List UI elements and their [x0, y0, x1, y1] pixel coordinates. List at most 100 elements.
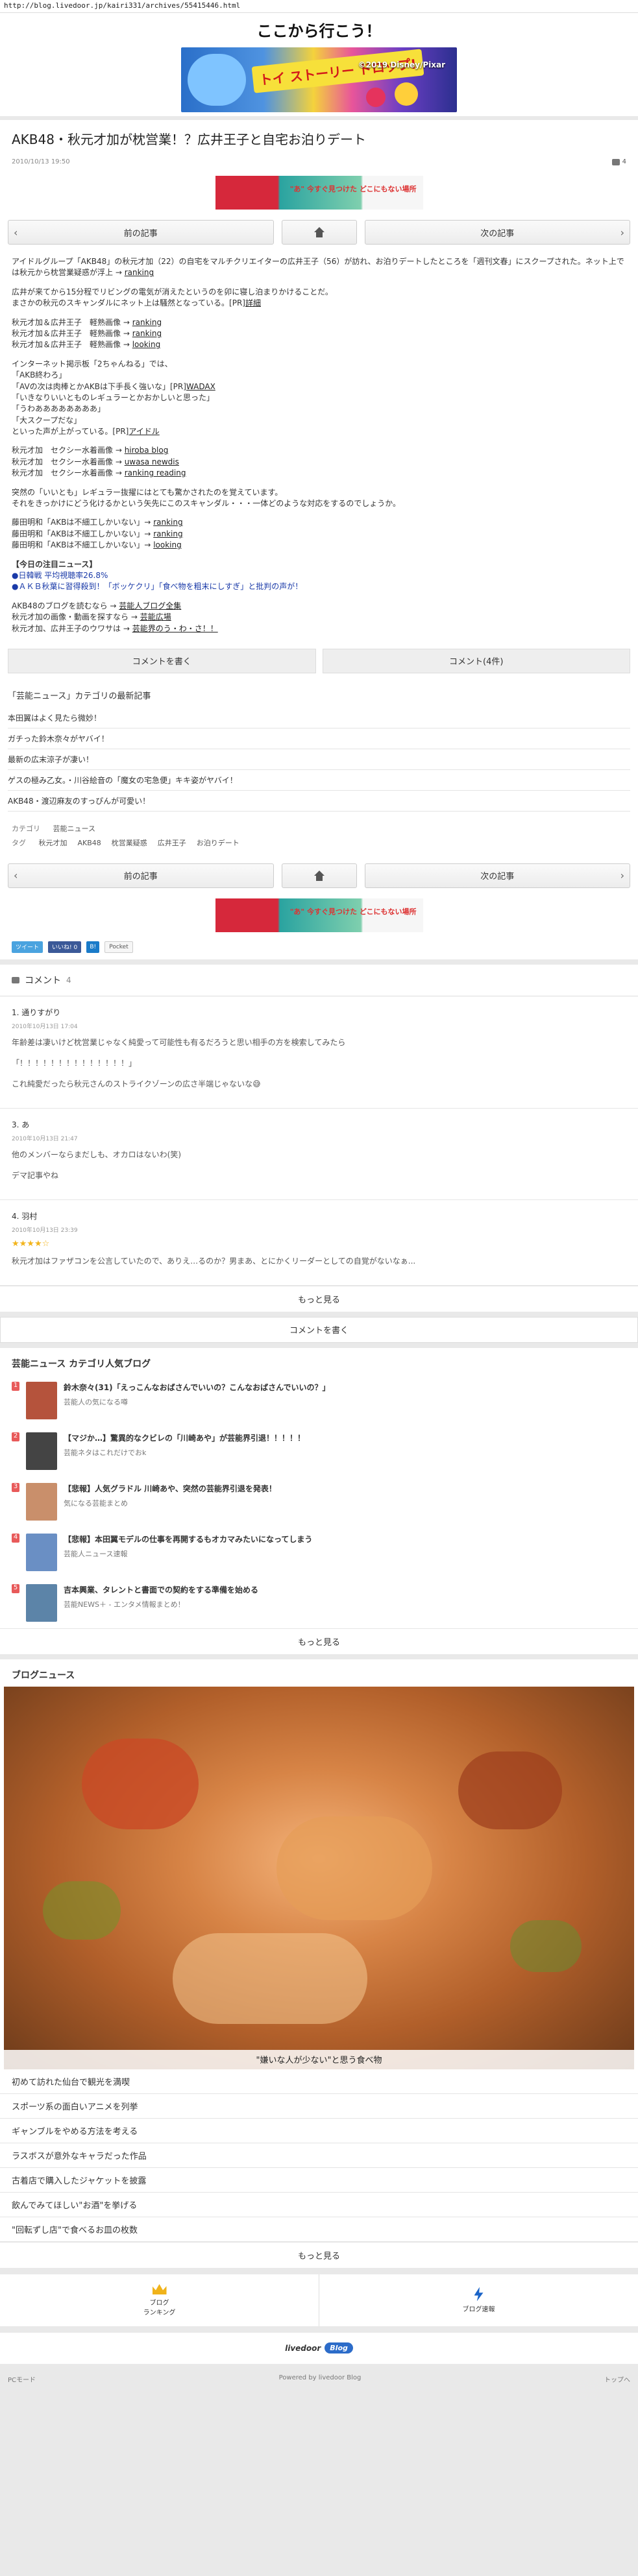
prev-article-button[interactable]: ‹ 前の記事: [8, 220, 274, 245]
body-text: 「大スクープだな」: [12, 415, 82, 425]
top-banner-ad[interactable]: トイ ストーリー ドロップ! ©2019 Disney/Pixar: [181, 47, 457, 112]
blog-news-link[interactable]: スポーツ系の面白いアニメを列挙: [0, 2094, 638, 2119]
popular-blog-item[interactable]: 1 鈴木奈々(31)「えっこんなおばさんでいいの？こんなおばさんでいいの？」 芸能人…: [0, 1375, 638, 1426]
body-line: インターネット掲示板「2ちゃんねる」では、: [12, 359, 626, 370]
prev-article-label: 前の記事: [123, 228, 158, 239]
category-article-link[interactable]: 本田翼はよく見たら微妙！: [8, 708, 630, 728]
hero-caption: "嫌いな人が少ない"と思う食べ物: [4, 2049, 634, 2069]
body-text: といった声が上がっている。[PR]: [12, 427, 129, 437]
share-bar: ツイート いいね! 0 B! Pocket: [0, 935, 638, 959]
blog-news-link[interactable]: 飲んでみてほしい"お酒"を挙げる: [0, 2193, 638, 2217]
blog-news-link[interactable]: 古着店で購入したジャケットを披露: [0, 2168, 638, 2193]
category-link[interactable]: 芸能ニュース: [53, 825, 95, 833]
body-link[interactable]: ranking reading: [125, 468, 186, 477]
prev-article-button[interactable]: ‹ 前の記事: [8, 863, 274, 888]
url-bar[interactable]: http://blog.livedoor.jp/kairi331/archive…: [0, 0, 638, 13]
next-article-button[interactable]: 次の記事 ›: [364, 863, 630, 888]
small-banner-ad[interactable]: "あ" 今すぐ見つけた どこにもない場所: [215, 898, 423, 932]
tag-link[interactable]: 秋元才加: [39, 839, 67, 847]
blog-news-hero-image[interactable]: "嫌いな人が少ない"と思う食べ物: [4, 1686, 634, 2069]
popular-title-text: 【マジか…】驚異的なクビレの「川崎あや」が芸能界引退！！！！！: [64, 1433, 306, 1443]
view-comments-button[interactable]: コメント(4件): [322, 648, 630, 673]
comment-date: 2010年10月13日 17:04: [12, 1023, 78, 1030]
category-article-link[interactable]: ガチった鈴木奈々がヤバイ！: [8, 728, 630, 749]
tag-link[interactable]: AKB48: [78, 839, 101, 847]
home-icon: [313, 870, 325, 881]
article-meta: 2010/10/13 19:50 4: [12, 158, 626, 165]
small-banner-ad[interactable]: "あ" 今すぐ見つけた どこにもない場所: [215, 176, 423, 210]
popular-more-button[interactable]: もっと見る: [0, 1628, 638, 1654]
body-line: 「うわああああああああ」: [12, 403, 626, 415]
popular-blog-item[interactable]: 5 吉本興業、タレントと書面での契約をする準備を始める 芸能NEWS＋ - エンタメ…: [0, 1578, 638, 1628]
hero-texture: [458, 1751, 562, 1829]
body-text[interactable]: ●ＡＫＢ秋葉に習得殺到！「ボッケクリ」「食べ物を粗末にしすぎ」と批判の声が！: [12, 582, 302, 591]
body-link[interactable]: ranking: [132, 329, 162, 338]
site-title[interactable]: ここから行こう！: [0, 18, 638, 41]
body-text: 藤田明和「AKBは不細工しかいない」→: [12, 529, 154, 538]
body-link[interactable]: ranking: [132, 318, 162, 327]
blog-news-link[interactable]: 初めて訪れた仙台で観光を満喫: [0, 2069, 638, 2094]
tag-link[interactable]: 広井王子: [158, 839, 186, 847]
body-link[interactable]: 芸能界のう・わ・さ！！: [132, 624, 218, 633]
tweet-button[interactable]: ツイート: [12, 941, 43, 953]
body-text: 秋元才加 セクシー水着画像 →: [12, 468, 125, 478]
blog-news-link[interactable]: ラスボスが意外なキャラだった作品: [0, 2143, 638, 2168]
body-line: 藤田明和「AKBは不細工しかいない」→ ranking: [12, 517, 626, 528]
tag-label: タグ: [12, 838, 26, 847]
home-button[interactable]: [281, 863, 357, 888]
blog-news-more-button[interactable]: もっと見る: [0, 2241, 638, 2268]
pc-mode-link[interactable]: PCモード: [8, 2374, 36, 2384]
body-link[interactable]: ranking: [153, 518, 182, 527]
tag-link[interactable]: お泊りデート: [197, 839, 239, 847]
category-latest: 「芸能ニュース」カテゴリの最新記事 本田翼はよく見たら微妙！ ガチった鈴木奈々がヤ…: [0, 679, 638, 818]
popular-text: 【悲報】人気グラドル 川崎あや、突然の芸能界引退を発表！ 気になる芸能まとめ: [64, 1483, 276, 1508]
blog-news-link[interactable]: ギャンブルをやめる方法を考える: [0, 2119, 638, 2143]
blog-news-link[interactable]: "回転ずし店"で食べるお皿の枚数: [0, 2217, 638, 2242]
body-link[interactable]: 詳細: [245, 298, 261, 307]
hero-texture: [82, 1738, 199, 1829]
back-to-top-link[interactable]: トップへ: [604, 2374, 630, 2384]
popular-blogs: 芸能ニュース カテゴリ人気ブログ 1 鈴木奈々(31)「えっこんなおばさんでいいの…: [0, 1347, 638, 1654]
write-comment-button[interactable]: コメントを書く: [8, 648, 316, 673]
home-button[interactable]: [281, 220, 357, 245]
body-link[interactable]: WADAX: [186, 382, 215, 391]
hatena-bookmark-button[interactable]: B!: [86, 941, 100, 953]
body-line: 「いきなりいいとものレギュラーとかおかしいと思った」: [12, 392, 626, 403]
comments-more-button[interactable]: もっと見る: [0, 1285, 638, 1312]
banner-copyright: ©2019 Disney/Pixar: [358, 60, 445, 69]
body-text[interactable]: ●日韓戦 平均視聴率26.8%: [12, 571, 108, 580]
popular-blog-item[interactable]: 4 【悲報】本田翼モデルの仕事を再開するもオカマみたいになってしまう 芸能人ニュース…: [0, 1527, 638, 1578]
popular-blog-item[interactable]: 2 【マジか…】驚異的なクビレの「川崎あや」が芸能界引退！！！！！ 芸能ネタはこれだ…: [0, 1426, 638, 1476]
body-line: 藤田明和「AKBは不細工しかいない」→ ranking: [12, 529, 626, 540]
body-text: 秋元才加＆広井王子 軽熟画像 →: [12, 317, 132, 327]
body-link[interactable]: ranking: [125, 268, 154, 277]
crown-icon: [152, 2283, 167, 2294]
body-link[interactable]: 芸能人ブログ全集: [119, 601, 181, 610]
category-article-link[interactable]: 最新の広末涼子が凄い！: [8, 749, 630, 770]
body-link[interactable]: アイドル: [129, 427, 159, 436]
body-line: 広井が来てから15分程でリビングの電気が消えたというのを卯に寝し泊まりかけること…: [12, 287, 626, 298]
category-article-link[interactable]: ゲスの極み乙女。・川谷絵音の「魔女の宅急便」キキ姿がヤバイ！: [8, 770, 630, 791]
category-article-link[interactable]: AKB48・渡辺麻友のすっぴんが可愛い！: [8, 791, 630, 812]
blog-speed-link[interactable]: ブログ速報: [319, 2274, 638, 2326]
page-footer: PCモード Powered by livedoor Blog トップへ: [0, 2363, 638, 2394]
popular-blog-item[interactable]: 3 【悲報】人気グラドル 川崎あや、突然の芸能界引退を発表！ 気になる芸能まとめ: [0, 1476, 638, 1527]
tag-link[interactable]: 枕営業疑惑: [112, 839, 147, 847]
blog-news-list: 初めて訪れた仙台で観光を満喫 スポーツ系の面白いアニメを列挙 ギャンブルをやめる方法…: [0, 2069, 638, 2242]
body-link[interactable]: looking: [132, 340, 161, 349]
body-link[interactable]: uwasa newdis: [125, 457, 179, 466]
body-link[interactable]: 芸能広場: [140, 612, 171, 621]
write-comment-button[interactable]: コメントを書く: [0, 1316, 638, 1343]
facebook-like-button[interactable]: いいね! 0: [48, 941, 82, 953]
blog-ranking-link[interactable]: ブログ ランキング: [0, 2274, 319, 2326]
body-link[interactable]: hiroba blog: [125, 446, 169, 455]
body-link[interactable]: ranking: [153, 529, 182, 538]
body-link[interactable]: looking: [153, 540, 182, 549]
comment-count-link[interactable]: 4: [611, 158, 626, 165]
next-article-button[interactable]: 次の記事 ›: [364, 220, 630, 245]
livedoor-blog-logo[interactable]: livedoor Blog: [0, 2332, 638, 2364]
pocket-button[interactable]: Pocket: [104, 941, 133, 953]
